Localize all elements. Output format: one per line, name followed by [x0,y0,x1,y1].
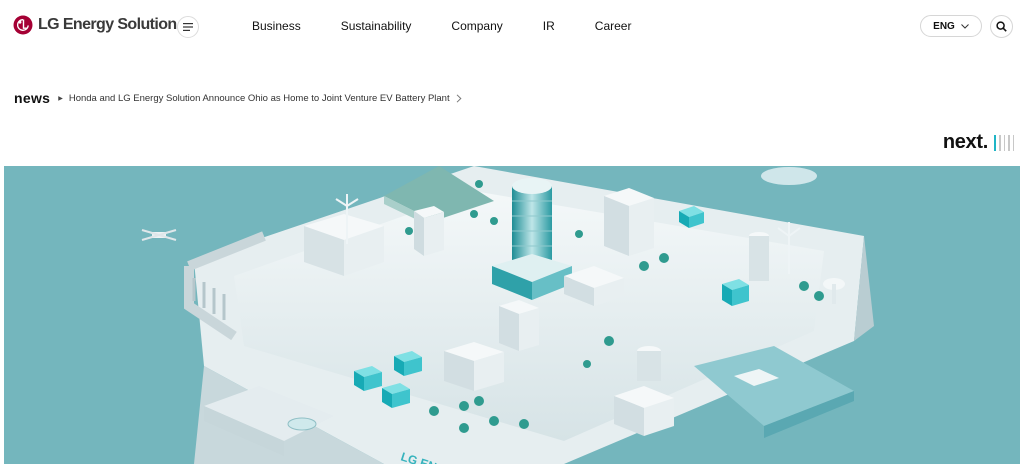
next-title: next. [942,131,988,153]
news-headline-link[interactable]: Honda and LG Energy Solution Announce Oh… [69,93,450,104]
search-icon [996,21,1007,32]
hamburger-icon [183,23,193,31]
isometric-city-illustration: LG EN [141,166,874,464]
lg-logo-icon [13,15,33,35]
bullet-icon: ▶ [58,95,63,102]
logo[interactable]: LG Energy Solution [13,15,177,35]
language-label: ENG [933,20,955,32]
slide-indicator-active[interactable] [994,134,996,151]
next-indicator: next. [943,131,1014,154]
main-nav: Business Sustainability Company IR Caree… [252,19,631,33]
slide-indicator-item[interactable] [1012,134,1014,151]
hero-banner: LG EN [4,166,1020,464]
nav-company[interactable]: Company [451,19,502,33]
site-header: LG Energy Solution Business Sustainabili… [0,0,1024,52]
slide-indicator-item[interactable] [1003,134,1005,151]
slide-indicator[interactable] [994,134,1014,151]
menu-button[interactable] [177,16,199,38]
nav-ir[interactable]: IR [543,19,555,33]
nav-career[interactable]: Career [595,19,632,33]
news-ticker: news ▶ Honda and LG Energy Solution Anno… [14,90,462,106]
nav-business[interactable]: Business [252,19,301,33]
slide-indicator-item[interactable] [999,134,1001,151]
news-label: news [14,90,51,106]
logo-text: LG Energy Solution [38,16,177,33]
search-button[interactable] [990,15,1013,38]
chevron-right-icon[interactable] [456,93,462,103]
nav-sustainability[interactable]: Sustainability [341,19,412,33]
chevron-down-icon [960,23,969,29]
slide-indicator-item[interactable] [1008,134,1010,151]
language-selector[interactable]: ENG [920,15,982,37]
